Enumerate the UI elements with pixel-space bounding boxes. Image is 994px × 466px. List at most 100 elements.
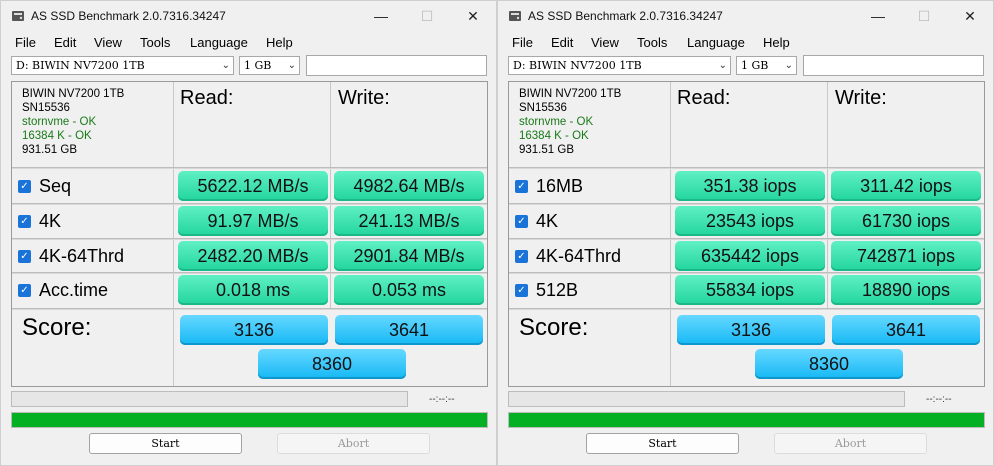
test-name: 4K [536,210,559,231]
disk-icon [509,11,521,21]
alignment-status: 16384 K - OK [519,130,589,142]
column-divider [173,82,174,386]
test-name: 4K-64Thrd [39,245,125,266]
benchmark-window-iops: AS SSD Benchmark 2.0.7316.34247 — ☐ ✕ Fi… [497,0,994,466]
driver-status: stornvme - OK [22,116,97,128]
write-header: Write: [338,87,390,109]
read-header: Read: [677,87,731,109]
checkbox-icon[interactable]: ✓ [18,179,31,193]
test-row-label[interactable]: ✓ 4K [18,206,61,236]
abort-button[interactable]: Abort [774,433,927,454]
test-row-label[interactable]: ✓ 4K [515,206,558,236]
drive-select-value: D: BIWIN NV7200 1TB [16,59,145,72]
menu-tools[interactable]: Tools [637,35,667,50]
size-select[interactable]: 1 GB ⌄ [736,56,797,75]
row-divider [509,203,984,205]
menu-view[interactable]: View [591,35,619,50]
checkbox-icon[interactable]: ✓ [515,214,528,228]
menu-tools[interactable]: Tools [140,35,170,50]
column-divider [670,82,671,386]
elapsed-time: --:--:-- [926,394,952,405]
menu-language[interactable]: Language [190,35,248,50]
row-divider [509,272,984,274]
chevron-down-icon: ⌄ [784,60,793,71]
write-result: 742871 iops [831,241,981,271]
checkbox-icon[interactable]: ✓ [18,214,31,228]
test-name: Seq [39,175,72,196]
test-row-label[interactable]: ✓ 512B [515,275,578,305]
driver-status: stornvme - OK [519,116,594,128]
test-name: 4K-64Thrd [536,245,622,266]
write-result: 18890 iops [831,275,981,305]
test-row-label[interactable]: ✓ Acc.time [18,275,108,305]
write-result: 311.42 iops [831,171,981,201]
write-result: 0.053 ms [334,275,484,305]
results-grid: BIWIN NV7200 1TB SN15536 stornvme - OK 1… [11,81,488,387]
column-divider [827,82,828,310]
write-result: 4982.64 MB/s [334,171,484,201]
drive-select[interactable]: D: BIWIN NV7200 1TB ⌄ [508,56,731,75]
size-select-value: 1 GB [244,59,272,72]
row-divider [509,238,984,240]
chevron-down-icon: ⌄ [287,60,296,71]
maximize-button[interactable]: ☐ [901,1,947,31]
menu-language[interactable]: Language [687,35,745,50]
menu-file[interactable]: File [512,35,533,50]
test-row-label[interactable]: ✓ 4K-64Thrd [515,241,621,271]
read-score: 3136 [677,315,825,345]
info-textbox[interactable] [803,55,984,76]
size-select[interactable]: 1 GB ⌄ [239,56,300,75]
checkbox-icon[interactable]: ✓ [18,249,31,263]
start-button[interactable]: Start [89,433,242,454]
read-result: 635442 iops [675,241,825,271]
maximize-button[interactable]: ☐ [404,1,450,31]
drive-select-value: D: BIWIN NV7200 1TB [513,59,642,72]
row-divider [12,308,487,310]
checkbox-icon[interactable]: ✓ [515,179,528,193]
progress-fill [12,413,487,427]
menu-edit[interactable]: Edit [551,35,573,50]
drive-select[interactable]: D: BIWIN NV7200 1TB ⌄ [11,56,234,75]
menu-bar: File Edit View Tools Language Help [1,31,496,53]
checkbox-icon[interactable]: ✓ [18,283,31,297]
title-bar: AS SSD Benchmark 2.0.7316.34247 — ☐ ✕ [1,1,496,31]
title-bar: AS SSD Benchmark 2.0.7316.34247 — ☐ ✕ [498,1,993,31]
menu-edit[interactable]: Edit [54,35,76,50]
minimize-button[interactable]: — [358,1,404,31]
test-row-label[interactable]: ✓ Seq [18,171,71,201]
read-header: Read: [180,87,234,109]
drive-capacity: 931.51 GB [519,144,574,156]
checkbox-icon[interactable]: ✓ [515,283,528,297]
write-score: 3641 [335,315,483,345]
menu-help[interactable]: Help [266,35,293,50]
write-result: 2901.84 MB/s [334,241,484,271]
checkbox-icon[interactable]: ✓ [515,249,528,263]
menu-view[interactable]: View [94,35,122,50]
test-row-label[interactable]: ✓ 4K-64Thrd [18,241,124,271]
menu-bar: File Edit View Tools Language Help [498,31,993,53]
test-progress-bar [11,391,408,407]
score-label: Score: [519,314,589,341]
menu-help[interactable]: Help [763,35,790,50]
size-select-value: 1 GB [741,59,769,72]
overall-progress-bar [11,412,488,428]
row-divider [509,308,984,310]
test-row-label[interactable]: ✓ 16MB [515,171,583,201]
read-result: 351.38 iops [675,171,825,201]
menu-file[interactable]: File [15,35,36,50]
window-title: AS SSD Benchmark 2.0.7316.34247 [528,9,723,23]
close-button[interactable]: ✕ [450,1,496,31]
write-header: Write: [835,87,887,109]
progress-fill [509,413,984,427]
row-divider [509,167,984,169]
read-result: 0.018 ms [178,275,328,305]
read-result: 91.97 MB/s [178,206,328,236]
info-textbox[interactable] [306,55,487,76]
close-button[interactable]: ✕ [947,1,993,31]
minimize-button[interactable]: — [855,1,901,31]
abort-button[interactable]: Abort [277,433,430,454]
total-score: 8360 [258,349,406,379]
start-button[interactable]: Start [586,433,739,454]
write-score: 3641 [832,315,980,345]
chevron-down-icon: ⌄ [221,60,230,71]
